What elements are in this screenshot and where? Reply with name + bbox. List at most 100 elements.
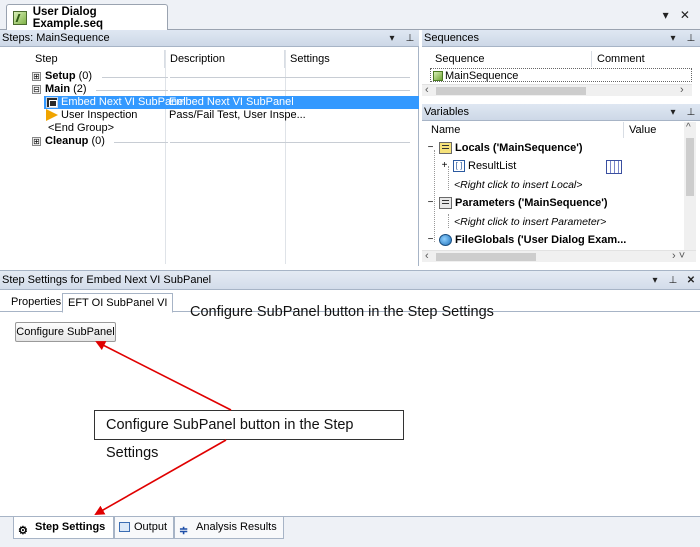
variable-locals[interactable]: − Locals ('MainSequence') — [426, 140, 582, 157]
variable-resultlist[interactable]: + [ ] ResultList — [440, 158, 516, 175]
tab-label: Output — [134, 521, 168, 533]
tab-label: Analysis Results — [196, 521, 277, 533]
window-controls[interactable]: ▾ ✕ — [663, 8, 694, 22]
group-count: (0) — [91, 135, 105, 147]
step-group-cleanup[interactable]: ⊞ Cleanup (0) — [30, 135, 419, 148]
group-name: Setup — [45, 70, 76, 82]
tab-step-settings[interactable]: ⚙ Step Settings — [13, 517, 114, 539]
sequence-item-mainsequence[interactable]: MainSequence — [430, 68, 692, 82]
end-group-row[interactable]: <End Group> — [46, 122, 419, 135]
bottom-tab-strip: ⚙ Step Settings Output ≑ Analysis Results — [0, 516, 700, 547]
parameters-label: Parameters ('MainSequence') — [455, 197, 608, 209]
step-user-inspection[interactable]: User Inspection Pass/Fail Test, User Ins… — [44, 109, 419, 122]
column-name[interactable]: Name — [426, 122, 624, 138]
sequence-file-icon — [13, 11, 27, 25]
embed-subpanel-icon — [46, 96, 58, 108]
annotation-callout-box: Configure SubPanel button in the Step Se… — [94, 410, 404, 461]
dropdown-icon[interactable]: ▾ — [646, 275, 664, 286]
step-embed-next-vi-subpanel[interactable]: Embed Next VI SubPanel Embed Next VI Sub… — [44, 96, 419, 109]
fileglobals-label: FileGlobals ('User Dialog Exam... — [455, 234, 627, 246]
output-icon — [119, 522, 130, 533]
variable-fileglobals[interactable]: − FileGlobals ('User Dialog Exam... — [426, 232, 626, 249]
settings-icon: ⚙ — [18, 525, 28, 538]
tab-properties[interactable]: Properties — [6, 293, 66, 312]
column-description[interactable]: Description — [165, 50, 285, 68]
locals-icon — [439, 142, 452, 155]
scroll-up-icon[interactable]: ^ — [686, 122, 691, 133]
steps-column-header: Step Description Settings — [30, 50, 419, 68]
document-tab[interactable]: User Dialog Example.seq — [6, 4, 168, 31]
group-name: Main — [45, 83, 71, 95]
insert-local-hint[interactable]: <Right click to insert Local> — [454, 177, 582, 194]
resultlist-label: ResultList — [468, 160, 517, 172]
close-icon[interactable]: ✕ — [682, 275, 700, 286]
scrollbar-thumb[interactable] — [686, 138, 694, 196]
document-tab-strip: User Dialog Example.seq ▾ ✕ — [0, 0, 700, 31]
pin-icon[interactable]: ⊥ — [664, 275, 682, 286]
scroll-right-icon[interactable]: › — [680, 84, 684, 96]
group-name: Cleanup — [45, 135, 89, 147]
dropdown-icon[interactable]: ▾ — [383, 33, 401, 44]
column-value[interactable]: Value — [624, 122, 684, 138]
step-description: Embed Next VI SubPanel — [169, 96, 294, 108]
parameters-icon — [439, 197, 452, 210]
scroll-left-icon[interactable]: ‹ — [425, 84, 429, 96]
pin-icon[interactable]: ⊥ — [401, 33, 419, 44]
group-divider — [170, 142, 410, 143]
sequences-panel-header: Sequences ▾ ⊥ — [422, 30, 700, 47]
group-divider — [102, 77, 168, 78]
sequences-horizontal-scrollbar[interactable]: ‹ › — [422, 84, 692, 96]
collapse-icon[interactable]: − — [426, 234, 435, 245]
group-divider — [170, 77, 410, 78]
scrollbar-thumb[interactable] — [436, 87, 586, 95]
array-icon: [ ] — [453, 160, 465, 173]
scroll-left-icon[interactable]: ‹ — [425, 250, 429, 262]
tab-label: Step Settings — [35, 521, 106, 533]
steps-tree: ⊞ Setup (0) ⊟ Main (2) Embed Next VI SubPa… — [30, 70, 419, 264]
tab-output[interactable]: Output — [114, 517, 174, 539]
variable-parameters[interactable]: − Parameters ('MainSequence') — [426, 195, 608, 212]
pin-icon[interactable]: ⊥ — [682, 33, 700, 44]
step-group-main[interactable]: ⊟ Main (2) — [30, 83, 419, 96]
globe-icon — [439, 234, 452, 247]
locals-label: Locals ('MainSequence') — [455, 142, 583, 154]
expand-icon[interactable]: + — [440, 160, 449, 171]
group-divider — [96, 90, 168, 91]
variables-vertical-scrollbar[interactable]: ^ — [684, 122, 696, 250]
step-settings-header: Step Settings for Embed Next VI SubPanel… — [0, 271, 700, 290]
variables-panel-title: Variables — [424, 106, 470, 118]
group-divider — [114, 142, 168, 143]
sequence-name: MainSequence — [445, 70, 519, 82]
variables-horizontal-scrollbar[interactable]: ‹ › ˅ — [422, 250, 696, 262]
variables-panel-header: Variables ▾ ⊥ — [422, 104, 700, 121]
scrollbar-thumb[interactable] — [436, 253, 536, 261]
configure-subpanel-button[interactable]: Configure SubPanel — [15, 322, 116, 342]
tree-connector — [448, 214, 449, 228]
collapse-icon[interactable]: − — [426, 142, 435, 153]
step-group-setup[interactable]: ⊞ Setup (0) — [30, 70, 419, 83]
dropdown-icon[interactable]: ▾ — [664, 33, 682, 44]
sequences-panel-title: Sequences — [424, 32, 480, 44]
column-sequence[interactable]: Sequence — [430, 51, 592, 67]
collapse-icon[interactable]: ⊟ — [32, 84, 41, 94]
array-viewer-icon[interactable] — [606, 160, 622, 174]
step-settings-title: Step Settings for Embed Next VI SubPanel — [2, 274, 212, 286]
expand-icon[interactable]: ⊞ — [32, 136, 41, 146]
scroll-right-icon[interactable]: › ˅ — [672, 250, 685, 262]
tab-eft-oi-subpanel-vi[interactable]: EFT OI SubPanel VI — [62, 293, 174, 313]
insert-parameter-hint[interactable]: <Right click to insert Parameter> — [454, 214, 606, 231]
column-step[interactable]: Step — [30, 50, 165, 68]
group-divider — [170, 90, 410, 91]
column-settings[interactable]: Settings — [285, 50, 419, 68]
expand-icon[interactable]: ⊞ — [32, 71, 41, 81]
steps-panel-header: Steps: MainSequence ▾ ⊥ — [0, 30, 419, 47]
column-comment[interactable]: Comment — [592, 51, 692, 67]
pin-icon[interactable]: ⊥ — [682, 107, 700, 118]
end-group-label: <End Group> — [48, 122, 115, 134]
user-inspection-icon — [46, 109, 58, 122]
tab-analysis-results[interactable]: ≑ Analysis Results — [174, 517, 284, 539]
step-name: User Inspection — [61, 109, 138, 121]
sequences-column-header: Sequence Comment — [430, 51, 692, 67]
dropdown-icon[interactable]: ▾ — [664, 107, 682, 118]
collapse-icon[interactable]: − — [426, 197, 435, 208]
